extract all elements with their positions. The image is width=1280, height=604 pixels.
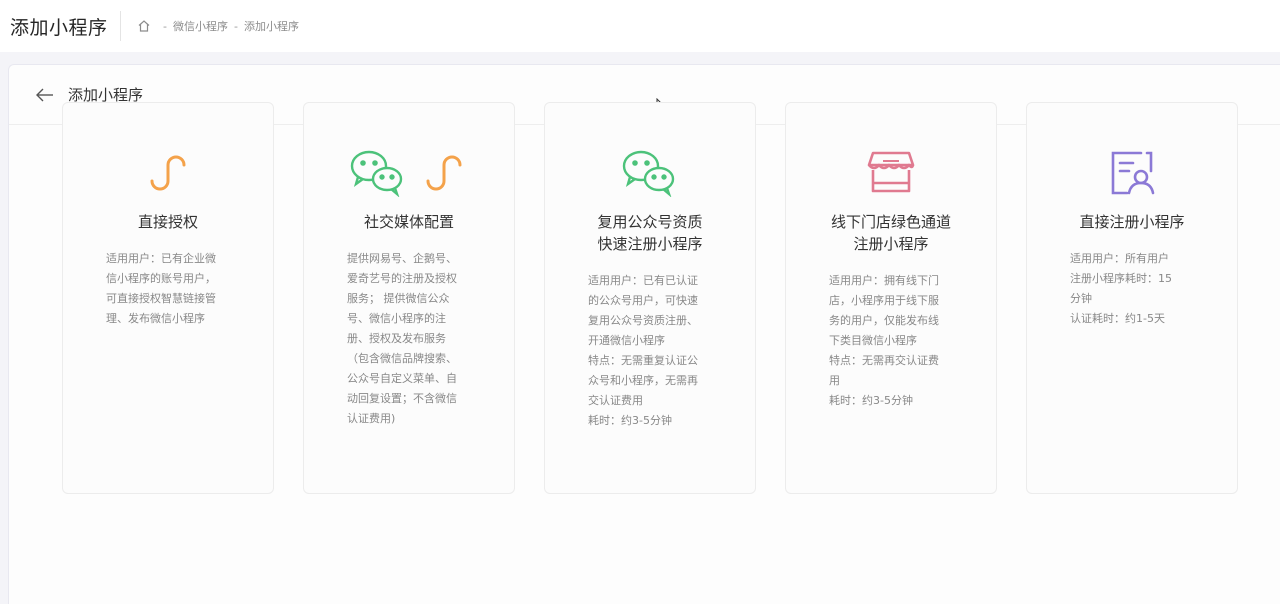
mini-program-icon — [143, 149, 193, 197]
card-title: 线下门店绿色通道 注册小程序 — [830, 213, 951, 253]
card-description: 适用用户：已有已认证 的公众号用户，可快速 复用公众号资质注册、 开通微信小程序… — [588, 274, 698, 427]
home-icon[interactable] — [137, 19, 151, 33]
page-title: 添加小程序 — [10, 16, 108, 39]
card-description: 适用用户：拥有线下门 店，小程序用于线下服 务的用户，仅能发布线 下类目微信小程… — [829, 274, 939, 407]
store-icon — [865, 149, 917, 197]
card-offline-store-channel[interactable]: 线下门店绿色通道 注册小程序 适用用户：拥有线下门 店，小程序用于线下服 务的用… — [785, 102, 997, 494]
breadcrumb-add-mini-program: 添加小程序 — [243, 20, 299, 33]
register-profile-icon — [1107, 149, 1157, 197]
card-description: 适用用户：所有用户 注册小程序耗时：15 分钟 认证耗时：约1-5天 — [1070, 252, 1172, 325]
breadcrumb: - 微信小程序 - 添加小程序 — [137, 18, 299, 34]
divider — [120, 11, 121, 41]
card-description: 提供网易号、企鹅号、 爱奇艺号的注册及授权 服务； 提供微信公众 号、微信小程序… — [347, 252, 457, 425]
card-direct-register[interactable]: 直接注册小程序 适用用户：所有用户 注册小程序耗时：15 分钟 认证耗时：约1-… — [1026, 102, 1238, 494]
card-direct-authorization[interactable]: 直接授权 适用用户：已有企业微 信小程序的账号用户， 可直接授权智慧链接管 理、… — [62, 102, 274, 494]
wechat-icon — [621, 149, 679, 197]
breadcrumb-separator: - — [163, 19, 167, 33]
top-bar: 添加小程序 - 微信小程序 - 添加小程序 — [0, 0, 1280, 52]
option-cards: 直接授权 适用用户：已有企业微 信小程序的账号用户， 可直接授权智慧链接管 理、… — [62, 102, 1238, 494]
card-title: 直接授权 — [137, 213, 198, 231]
card-social-media-config[interactable]: 社交媒体配置 提供网易号、企鹅号、 爱奇艺号的注册及授权 服务； 提供微信公众 … — [303, 102, 515, 494]
card-description: 适用用户：已有企业微 信小程序的账号用户， 可直接授权智慧链接管 理、发布微信小… — [106, 252, 216, 325]
breadcrumb-separator: - — [233, 19, 238, 33]
breadcrumb-wechat-mini-program[interactable]: 微信小程序 — [173, 18, 228, 34]
wechat-and-mini-program-icon — [349, 149, 469, 197]
card-title: 复用公众号资质 快速注册小程序 — [597, 213, 703, 253]
card-title: 直接注册小程序 — [1079, 213, 1185, 231]
card-title: 社交媒体配置 — [363, 213, 454, 231]
card-reuse-official-account[interactable]: 复用公众号资质 快速注册小程序 适用用户：已有已认证 的公众号用户，可快速 复用… — [544, 102, 756, 494]
back-arrow-icon[interactable] — [35, 85, 55, 105]
